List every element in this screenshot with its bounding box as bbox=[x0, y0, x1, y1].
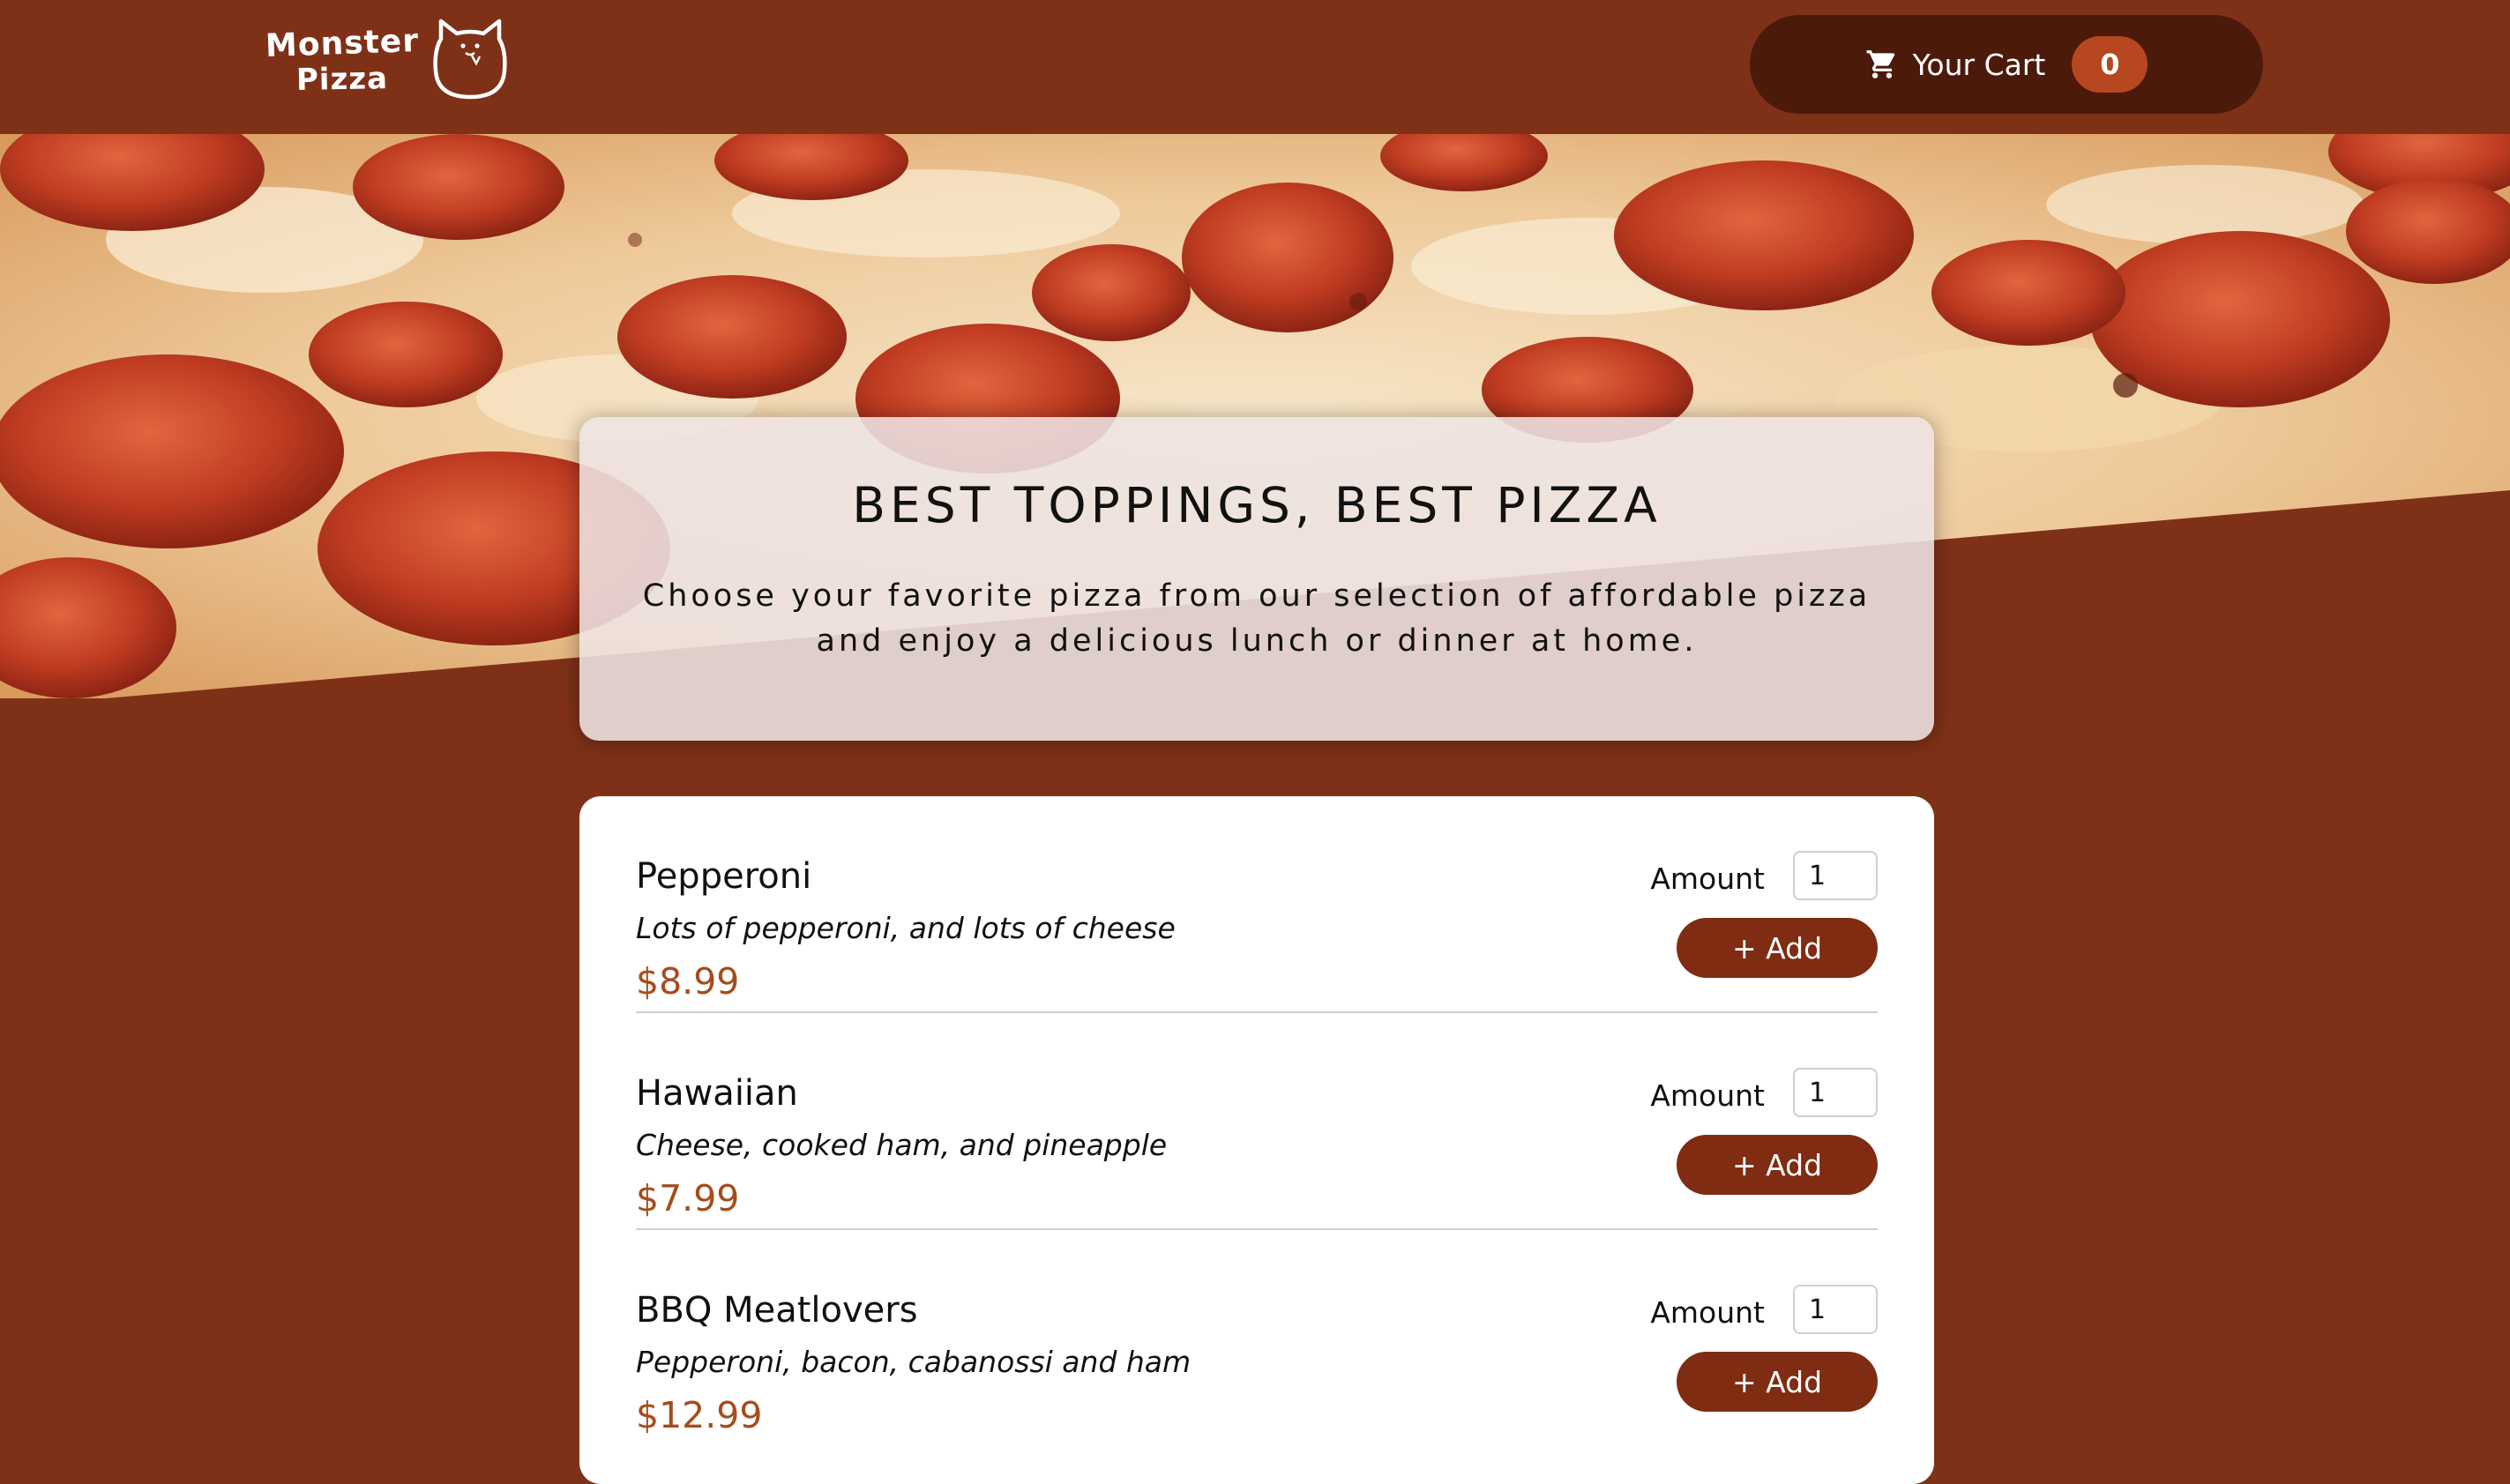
logo-line-1: Monster bbox=[265, 22, 420, 65]
cart-label: Your Cart bbox=[1912, 47, 2046, 82]
cart-count-badge: 0 bbox=[2072, 36, 2148, 93]
shopping-cart-icon bbox=[1866, 50, 1894, 78]
meal-name: Pepperoni bbox=[636, 856, 812, 897]
amount-label: Amount bbox=[1650, 861, 1765, 896]
meal-item-bbq-meatlovers: BBQ Meatlovers Pepperoni, bacon, cabanos… bbox=[636, 1230, 1878, 1447]
amount-label: Amount bbox=[1650, 1295, 1765, 1330]
amount-input[interactable] bbox=[1793, 851, 1878, 900]
meal-name: BBQ Meatlovers bbox=[636, 1290, 918, 1331]
add-to-cart-button[interactable]: + Add bbox=[1677, 1135, 1878, 1195]
meal-price: $8.99 bbox=[636, 960, 740, 1003]
meals-list-card: Pepperoni Lots of pepperoni, and lots of… bbox=[579, 796, 1934, 1484]
your-cart-button[interactable]: Your Cart 0 bbox=[1750, 15, 2263, 114]
logo-line-2: Pizza bbox=[295, 61, 389, 98]
meal-price: $12.99 bbox=[636, 1394, 763, 1436]
cat-logo-icon bbox=[433, 19, 507, 100]
summary-card: BEST TOPPINGS, BEST PIZZA Choose your fa… bbox=[579, 417, 1934, 741]
amount-input[interactable] bbox=[1793, 1068, 1878, 1117]
meal-description: Lots of pepperoni, and lots of cheese bbox=[636, 911, 1176, 945]
amount-input[interactable] bbox=[1793, 1285, 1878, 1334]
add-to-cart-button[interactable]: + Add bbox=[1677, 1352, 1878, 1412]
meal-price: $7.99 bbox=[636, 1177, 740, 1219]
summary-title: BEST TOPPINGS, BEST PIZZA bbox=[852, 477, 1662, 533]
monster-pizza-logo[interactable]: Monster Pizza bbox=[254, 16, 510, 104]
meal-item-hawaiian: Hawaiian Cheese, cooked ham, and pineapp… bbox=[636, 1013, 1878, 1230]
meal-description: Cheese, cooked ham, and pineapple bbox=[636, 1128, 1168, 1162]
amount-label: Amount bbox=[1650, 1078, 1765, 1113]
logo-text: Monster Pizza bbox=[254, 22, 430, 98]
summary-text: Choose your favorite pizza from our sele… bbox=[642, 578, 1871, 659]
meal-item-pepperoni: Pepperoni Lots of pepperoni, and lots of… bbox=[636, 796, 1878, 1013]
site-header: Monster Pizza Your Cart 0 bbox=[0, 0, 2510, 134]
add-to-cart-button[interactable]: + Add bbox=[1677, 918, 1878, 978]
meal-name: Hawaiian bbox=[636, 1073, 798, 1114]
meal-description: Pepperoni, bacon, cabanossi and ham bbox=[636, 1345, 1192, 1379]
